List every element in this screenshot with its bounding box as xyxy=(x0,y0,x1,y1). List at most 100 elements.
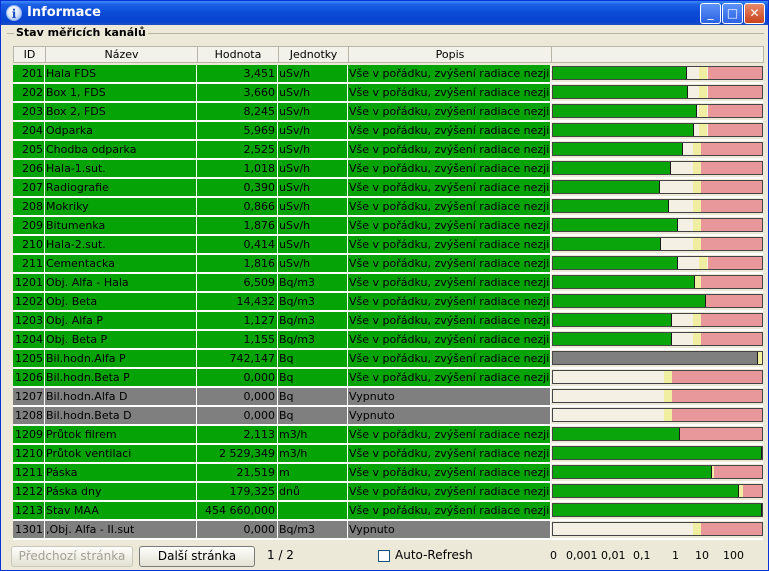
channel-value: 2,113 xyxy=(197,426,278,443)
channel-name: Chodba odparka xyxy=(45,141,197,158)
table-row[interactable]: 210 Hala-2.sut. 0,414 uSv/h Vše v pořádku, z… xyxy=(13,236,551,253)
table-row[interactable]: 204 Odparka 5,969 uSv/h Vše v pořádku, zvýše… xyxy=(13,122,551,139)
level-bar xyxy=(552,256,763,270)
channel-name: Páska xyxy=(45,464,197,481)
level-fill xyxy=(553,276,695,288)
channel-unit: m3/h xyxy=(278,426,348,443)
title-bar[interactable]: i Informace xyxy=(1,1,768,25)
channel-id: 204 xyxy=(13,122,45,139)
next-page-button[interactable]: Další stránka xyxy=(139,546,255,567)
channel-unit: dnů xyxy=(278,483,348,500)
table-row[interactable]: 1206 Bil.hodn.Beta P 0,000 Bq Vše v pořádku,… xyxy=(13,369,551,386)
channel-id: 201 xyxy=(13,65,45,82)
channel-value: 6,509 xyxy=(197,274,278,291)
table-row[interactable]: 209 Bitumenka 1,876 uSv/h Vše v pořádku, zvý… xyxy=(13,217,551,234)
table-row[interactable]: 1201 Obj. Alfa - Hala 6,509 Bq/m3 Vše v pořá… xyxy=(13,274,551,291)
table-row[interactable]: 206 Hala-1.sut. 1,018 uSv/h Vše v pořádku, z… xyxy=(13,160,551,177)
channel-name: Box 1, FDS xyxy=(45,84,197,101)
warning-threshold-zone xyxy=(693,200,701,212)
maximize-button[interactable]: □ xyxy=(722,3,743,24)
channel-unit xyxy=(278,502,348,519)
level-bar xyxy=(552,484,763,498)
channel-unit: uSv/h xyxy=(278,103,348,120)
table-row[interactable]: 203 Box 2, FDS 8,245 uSv/h Vše v pořádku, zv… xyxy=(13,103,551,120)
table-row[interactable]: 1202 Obj. Beta 14,432 Bq/m3 Vše v pořádku, z… xyxy=(13,293,551,310)
channel-name: ,Obj. Alfa - II.sut xyxy=(45,521,197,538)
channel-name: Obj. Beta P xyxy=(45,331,197,348)
warning-threshold-zone xyxy=(664,371,672,383)
row-separator xyxy=(13,538,763,540)
channel-status: Vše v pořádku, zvýšení radiace nezjištěn… xyxy=(348,350,551,367)
column-header-value[interactable]: Hodnota xyxy=(197,46,279,63)
level-fill xyxy=(553,162,671,174)
scale-label: 0,001 xyxy=(566,549,598,562)
table-row[interactable]: 1210 Průtok ventilaci 2 529,349 m3/h Vše v p… xyxy=(13,445,551,462)
channel-unit: Bq xyxy=(278,388,348,405)
close-button[interactable]: ✕ xyxy=(744,3,765,24)
alarm-zone xyxy=(701,238,762,250)
table-row[interactable]: 205 Chodba odparka 2,525 uSv/h Vše v pořádku… xyxy=(13,141,551,158)
alarm-zone xyxy=(701,333,762,345)
table-row[interactable]: 211 Cementacka 1,816 uSv/h Vše v pořádku, zv… xyxy=(13,255,551,272)
channel-name: Hala-1.sut. xyxy=(45,160,197,177)
minimize-button[interactable]: _ xyxy=(700,3,721,24)
channel-unit: uSv/h xyxy=(278,217,348,234)
channel-value: 0,390 xyxy=(197,179,278,196)
alarm-zone xyxy=(672,409,762,421)
level-fill xyxy=(553,352,758,364)
warning-threshold-zone xyxy=(693,238,701,250)
channel-status: Vše v pořádku, zvýšení radiace nezjištěn… xyxy=(348,369,551,386)
table-row[interactable]: 208 Mokriky 0,866 uSv/h Vše v pořádku, zvýše… xyxy=(13,198,551,215)
channel-status: Vše v pořádku, zvýšení radiace nezjištěn… xyxy=(348,502,551,519)
channel-id: 205 xyxy=(13,141,45,158)
table-row[interactable]: 1301 ,Obj. Alfa - II.sut 0,000 Bq/m3 Vypnuto xyxy=(13,521,551,538)
channel-status: Vše v pořádku, zvýšení radiace nezjištěn… xyxy=(348,483,551,500)
column-header-name[interactable]: Název xyxy=(45,46,198,63)
channel-unit: Bq/m3 xyxy=(278,521,348,538)
level-fill xyxy=(553,314,672,326)
table-row[interactable]: 1211 Páska 21,519 m Vše v pořádku, zvýšení r… xyxy=(13,464,551,481)
auto-refresh-checkbox[interactable] xyxy=(378,550,390,562)
channel-value: 179,325 xyxy=(197,483,278,500)
warning-threshold-zone xyxy=(693,314,701,326)
table-row[interactable]: 1208 Bil.hodn.Beta D 0,000 Bq Vypnuto xyxy=(13,407,551,424)
channel-name: Hala FDS xyxy=(45,65,197,82)
level-bar xyxy=(552,275,763,289)
level-bar xyxy=(552,218,763,232)
alarm-zone xyxy=(708,67,762,79)
column-header-description[interactable]: Popis xyxy=(348,46,552,63)
table-row[interactable]: 202 Box 1, FDS 3,660 uSv/h Vše v pořádku, zv… xyxy=(13,84,551,101)
alarm-zone xyxy=(701,200,762,212)
channel-name: Obj. Alfa P xyxy=(45,312,197,329)
previous-page-button[interactable]: Předchozí stránka xyxy=(11,546,133,567)
table-row[interactable]: 1204 Obj. Beta P 1,155 Bq/m3 Vše v pořádku, … xyxy=(13,331,551,348)
level-fill xyxy=(553,181,660,193)
table-row[interactable]: 1203 Obj. Alfa P 1,127 Bq/m3 Vše v pořádku, … xyxy=(13,312,551,329)
channel-value: 5,969 xyxy=(197,122,278,139)
table-row[interactable]: 1207 Bil.hodn.Alfa D 0,000 Bq Vypnuto xyxy=(13,388,551,405)
channel-id: 211 xyxy=(13,255,45,272)
column-header-unit[interactable]: Jednotky xyxy=(278,46,349,63)
level-bar xyxy=(552,85,763,99)
level-fill xyxy=(553,428,680,440)
channel-value: 2 529,349 xyxy=(197,445,278,462)
channel-value: 0,000 xyxy=(197,521,278,538)
table-row[interactable]: 1205 Bil.hodn.Alfa P 742,147 Bq Vše v pořádk… xyxy=(13,350,551,367)
warning-threshold-zone xyxy=(693,523,701,535)
table-row[interactable]: 207 Radiografie 0,390 uSv/h Vše v pořádku, z… xyxy=(13,179,551,196)
channel-unit: uSv/h xyxy=(278,122,348,139)
channel-status: Vše v pořádku, zvýšení radiace nezjištěn… xyxy=(348,217,551,234)
channel-name: Bil.hodn.Beta P xyxy=(45,369,197,386)
level-bar xyxy=(552,522,763,536)
table-row[interactable]: 1213 Stav MAA 454 660,000 Vše v pořádku, zv… xyxy=(13,502,551,519)
scale-label: 100 xyxy=(723,549,744,562)
channel-unit: Bq xyxy=(278,350,348,367)
auto-refresh-label[interactable]: Auto-Refresh xyxy=(395,548,473,562)
table-row[interactable]: 201 Hala FDS 3,451 uSv/h Vše v pořádku, zvýš… xyxy=(13,65,551,82)
channel-id: 209 xyxy=(13,217,45,234)
table-row[interactable]: 1209 Průtok filrem 2,113 m3/h Vše v pořádku,… xyxy=(13,426,551,443)
column-header-id[interactable]: ID xyxy=(13,46,46,63)
channel-id: 1203 xyxy=(13,312,45,329)
channel-id: 208 xyxy=(13,198,45,215)
table-row[interactable]: 1212 Páska dny 179,325 dnů Vše v pořádku, zv… xyxy=(13,483,551,500)
